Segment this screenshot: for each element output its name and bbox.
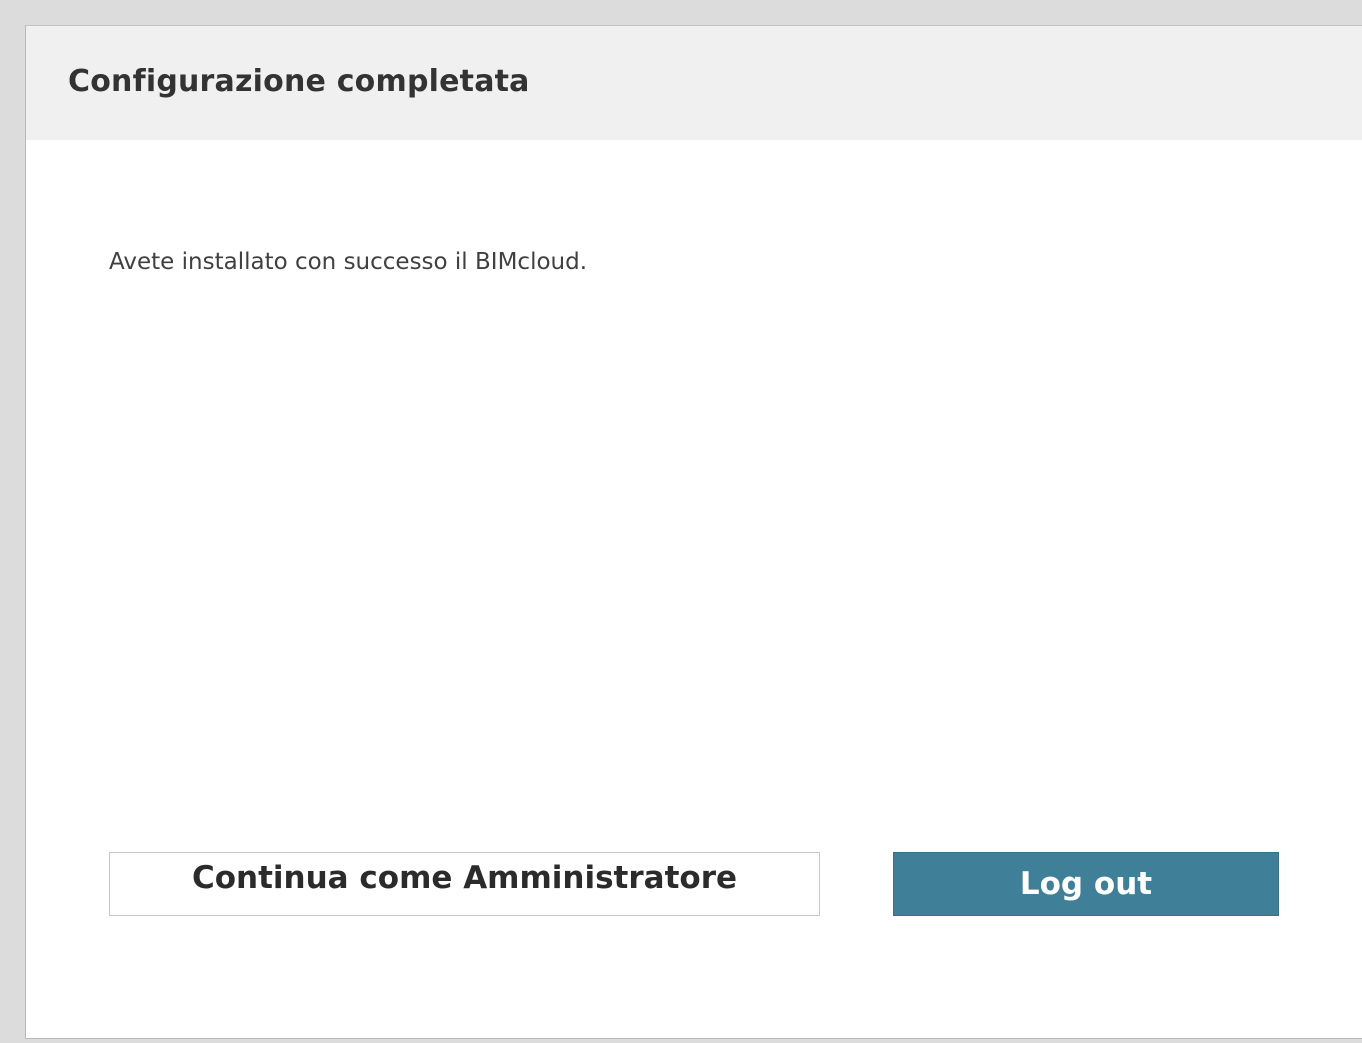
dialog-title: Configurazione completata [68, 64, 530, 99]
logout-button[interactable]: Log out [893, 852, 1279, 916]
setup-complete-dialog: Configurazione completata Avete installa… [25, 25, 1362, 1039]
success-message: Avete installato con successo il BIMclou… [109, 249, 588, 275]
dialog-header: Configurazione completata [26, 26, 1362, 140]
dialog-body: Avete installato con successo il BIMclou… [26, 140, 1362, 1038]
continue-as-admin-button[interactable]: Continua come Amministratore [109, 852, 820, 916]
